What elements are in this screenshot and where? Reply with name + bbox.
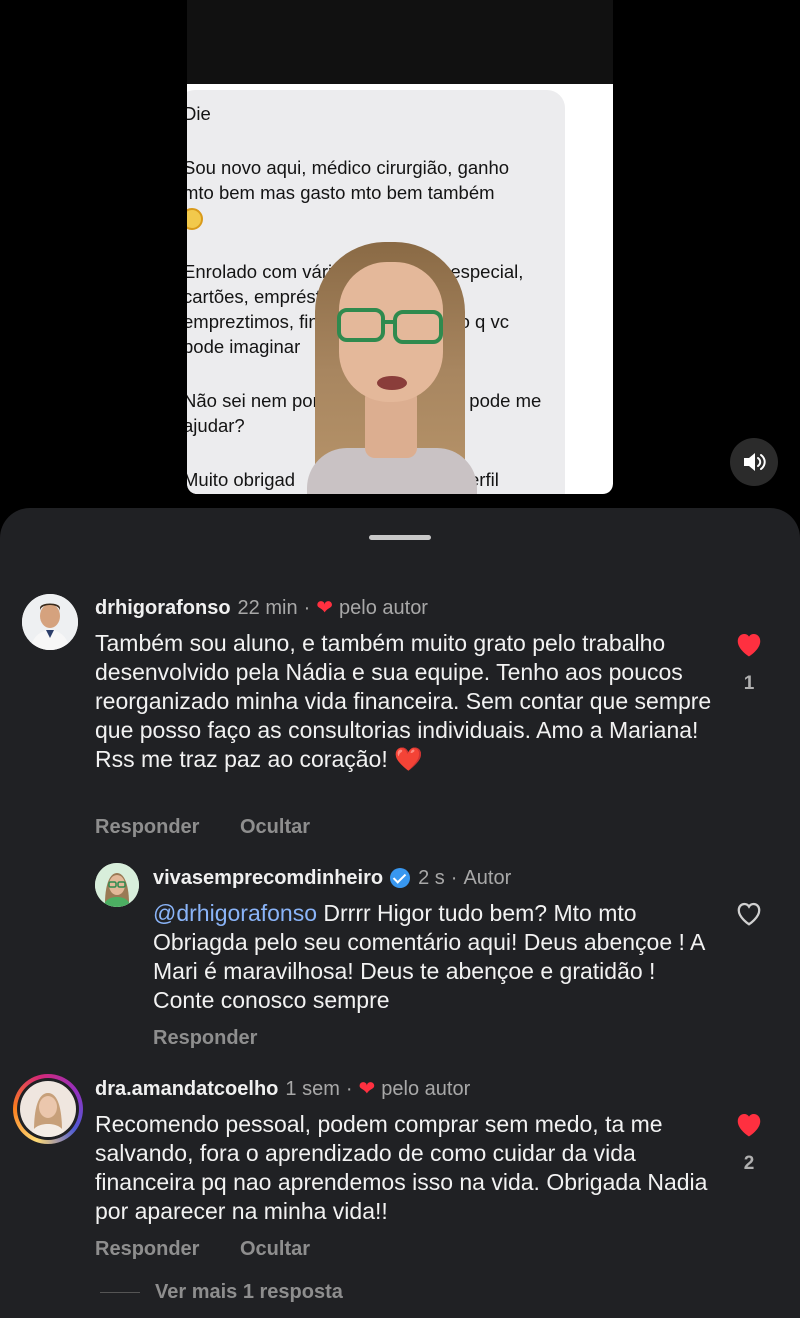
timestamp: 1 sem bbox=[285, 1078, 340, 1100]
liked-by-author-label: pelo autor bbox=[381, 1078, 471, 1100]
comments-sheet: drhigorafonso 22 min · ❤ pelo autor Tamb… bbox=[0, 508, 800, 1318]
like-count: 1 bbox=[743, 673, 755, 694]
like-count: 2 bbox=[743, 1153, 755, 1174]
mention-link[interactable]: @drhigorafonso bbox=[153, 900, 317, 926]
video-player[interactable]: Die Sou novo aqui, médico cirurgião, gan… bbox=[0, 0, 800, 520]
reply-button[interactable]: Responder bbox=[95, 1238, 199, 1261]
heart-filled-icon[interactable] bbox=[734, 1110, 764, 1138]
like-column bbox=[729, 899, 769, 932]
like-column: 2 bbox=[729, 1110, 769, 1175]
avatar-story-ring[interactable] bbox=[13, 1074, 83, 1144]
avatar[interactable] bbox=[95, 863, 139, 907]
hide-button[interactable]: Ocultar bbox=[240, 816, 310, 839]
divider-line bbox=[100, 1292, 140, 1293]
avatar bbox=[20, 1081, 76, 1137]
sheet-handle[interactable] bbox=[369, 535, 431, 540]
username[interactable]: drhigorafonso bbox=[95, 596, 231, 620]
chat-line: pode imaginar bbox=[187, 336, 301, 357]
comment-text: Recomendo pessoal, podem comprar sem med… bbox=[95, 1111, 708, 1224]
reply-button[interactable]: Responder bbox=[153, 1027, 257, 1050]
comment-text: @drhigorafonso Drrrr Higor tudo bem? Mto… bbox=[153, 900, 705, 1013]
verified-badge-icon bbox=[390, 868, 411, 888]
hide-button[interactable]: Ocultar bbox=[240, 1238, 310, 1261]
speaker-icon bbox=[744, 453, 766, 471]
reply-button[interactable]: Responder bbox=[95, 816, 199, 839]
chat-line: ajudar? bbox=[187, 415, 245, 436]
comment-text: Também sou aluno, e também muito grato p… bbox=[95, 630, 712, 772]
username[interactable]: vivasemprecomdinheiro bbox=[153, 866, 383, 890]
heart-icon: ❤ bbox=[358, 1078, 376, 1100]
like-column: 1 bbox=[729, 630, 769, 695]
username[interactable]: dra.amandatcoelho bbox=[95, 1077, 278, 1101]
volume-button[interactable] bbox=[730, 438, 778, 486]
video-frame: Die Sou novo aqui, médico cirurgião, gan… bbox=[187, 0, 613, 494]
chat-line: Sou novo aqui, médico cirurgião, ganho bbox=[187, 157, 510, 178]
chat-line: Muito obrigad bbox=[187, 469, 296, 490]
chat-line: Die bbox=[187, 103, 211, 124]
timestamp: 2 s bbox=[418, 867, 445, 889]
avatar[interactable] bbox=[22, 594, 78, 650]
chat-line: mto bem mas gasto mto bem também bbox=[187, 182, 495, 203]
liked-by-author-label: pelo autor bbox=[339, 597, 428, 619]
timestamp: 22 min bbox=[237, 597, 298, 619]
presenter-video bbox=[307, 238, 477, 494]
author-label: Autor bbox=[463, 867, 512, 889]
heart-outline-icon[interactable] bbox=[734, 899, 764, 927]
heart-icon: ❤ bbox=[316, 597, 334, 619]
view-more-replies-button[interactable]: Ver mais 1 resposta bbox=[155, 1281, 343, 1304]
heart-filled-icon[interactable] bbox=[734, 630, 764, 658]
